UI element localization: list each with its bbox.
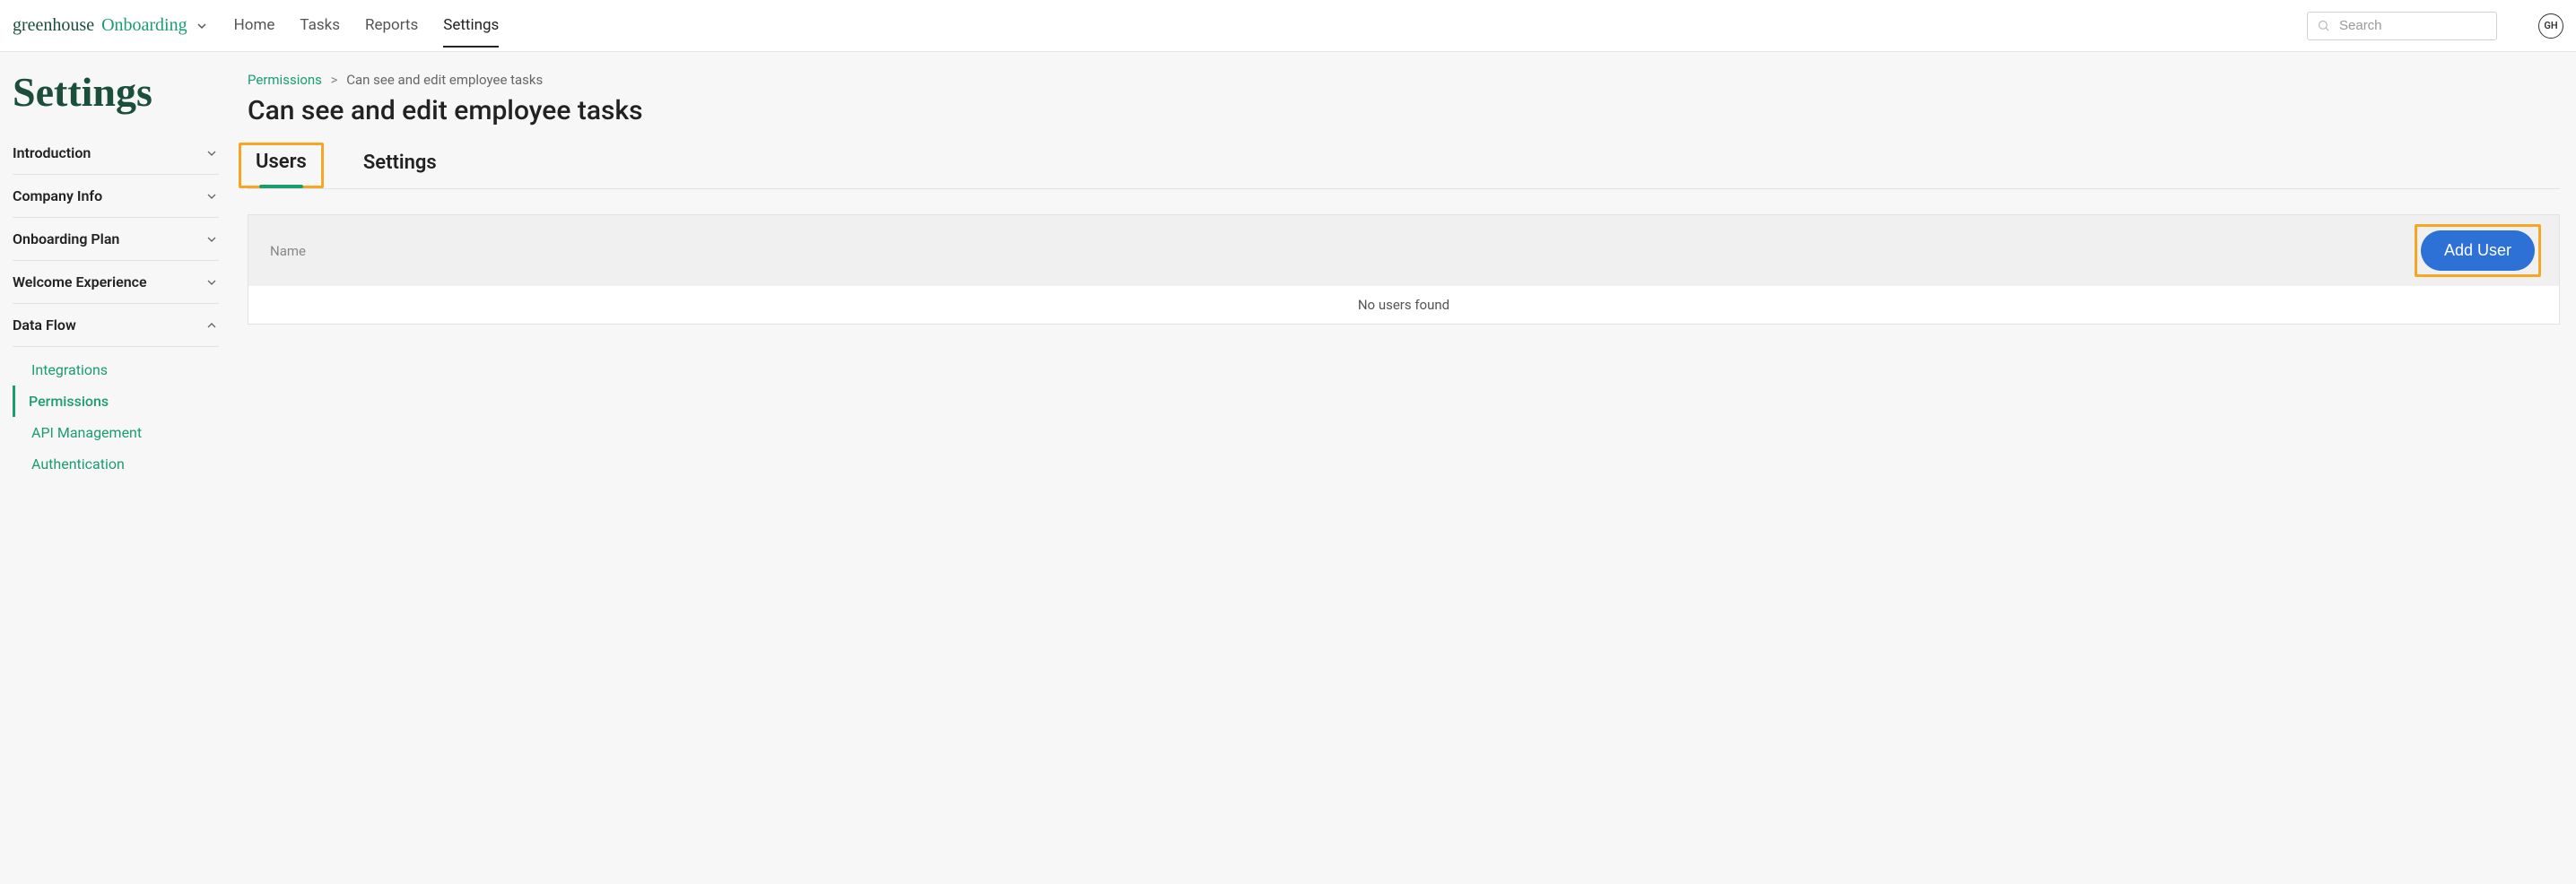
tab-users[interactable]: Users — [250, 151, 312, 187]
sidebar-section-label: Onboarding Plan — [13, 230, 119, 247]
chevron-down-icon — [205, 189, 219, 204]
sidebar-section-label: Introduction — [13, 144, 91, 161]
chevron-down-icon — [195, 19, 209, 33]
search-input[interactable] — [2339, 18, 2518, 33]
nav-home[interactable]: Home — [234, 4, 275, 48]
breadcrumb-root[interactable]: Permissions — [248, 72, 322, 88]
sidebar-section-introduction[interactable]: Introduction — [13, 132, 219, 175]
permission-title: Can see and edit employee tasks — [248, 95, 2560, 126]
sidebar-section-label: Data Flow — [13, 316, 76, 334]
sidebar-section-label: Company Info — [13, 187, 102, 204]
main-content: Permissions > Can see and edit employee … — [231, 52, 2576, 884]
annotation-highlight: Add User — [2415, 224, 2541, 277]
table-header-row: Name Add User — [248, 215, 2559, 286]
avatar-initials: GH — [2544, 20, 2557, 31]
chevron-down-icon — [205, 232, 219, 247]
nav-tasks[interactable]: Tasks — [300, 4, 340, 48]
brand-name: greenhouse — [13, 15, 94, 36]
chevron-down-icon — [205, 146, 219, 160]
sidebar-item-authentication[interactable]: Authentication — [13, 448, 219, 480]
add-user-button[interactable]: Add User — [2421, 230, 2535, 271]
top-nav: greenhouse Onboarding Home Tasks Reports… — [0, 0, 2576, 52]
users-table: Name Add User No users found — [248, 214, 2560, 325]
sidebar-section-data-flow[interactable]: Data Flow — [13, 304, 219, 347]
tab-settings[interactable]: Settings — [358, 152, 442, 188]
table-empty-message: No users found — [248, 286, 2559, 324]
brand-product: Onboarding — [101, 15, 187, 36]
avatar[interactable]: GH — [2538, 13, 2563, 39]
nav-reports[interactable]: Reports — [365, 4, 418, 48]
sidebar-item-permissions[interactable]: Permissions — [13, 386, 219, 417]
breadcrumb-separator: > — [331, 72, 338, 88]
sidebar-section-welcome-experience[interactable]: Welcome Experience — [13, 261, 219, 304]
sidebar: Settings Introduction Company Info Onboa… — [0, 52, 231, 884]
breadcrumb-leaf: Can see and edit employee tasks — [346, 72, 543, 88]
nav-settings[interactable]: Settings — [443, 4, 499, 48]
chevron-down-icon — [205, 275, 219, 290]
column-header-name: Name — [270, 243, 306, 259]
global-search[interactable] — [2307, 12, 2497, 40]
product-switcher[interactable]: greenhouse Onboarding — [13, 15, 209, 36]
sidebar-sublist-data-flow: Integrations Permissions API Management … — [13, 347, 219, 483]
page-title: Settings — [13, 68, 219, 116]
sidebar-section-label: Welcome Experience — [13, 273, 147, 290]
sidebar-item-integrations[interactable]: Integrations — [13, 354, 219, 386]
sidebar-item-api-management[interactable]: API Management — [13, 417, 219, 448]
tabs: Users Settings — [248, 152, 2560, 189]
sidebar-section-company-info[interactable]: Company Info — [13, 175, 219, 218]
search-icon — [2317, 19, 2330, 32]
breadcrumb: Permissions > Can see and edit employee … — [248, 72, 2560, 88]
sidebar-section-onboarding-plan[interactable]: Onboarding Plan — [13, 218, 219, 261]
annotation-highlight: Users — [239, 143, 324, 188]
primary-nav: Home Tasks Reports Settings — [234, 4, 500, 48]
chevron-up-icon — [205, 318, 219, 333]
